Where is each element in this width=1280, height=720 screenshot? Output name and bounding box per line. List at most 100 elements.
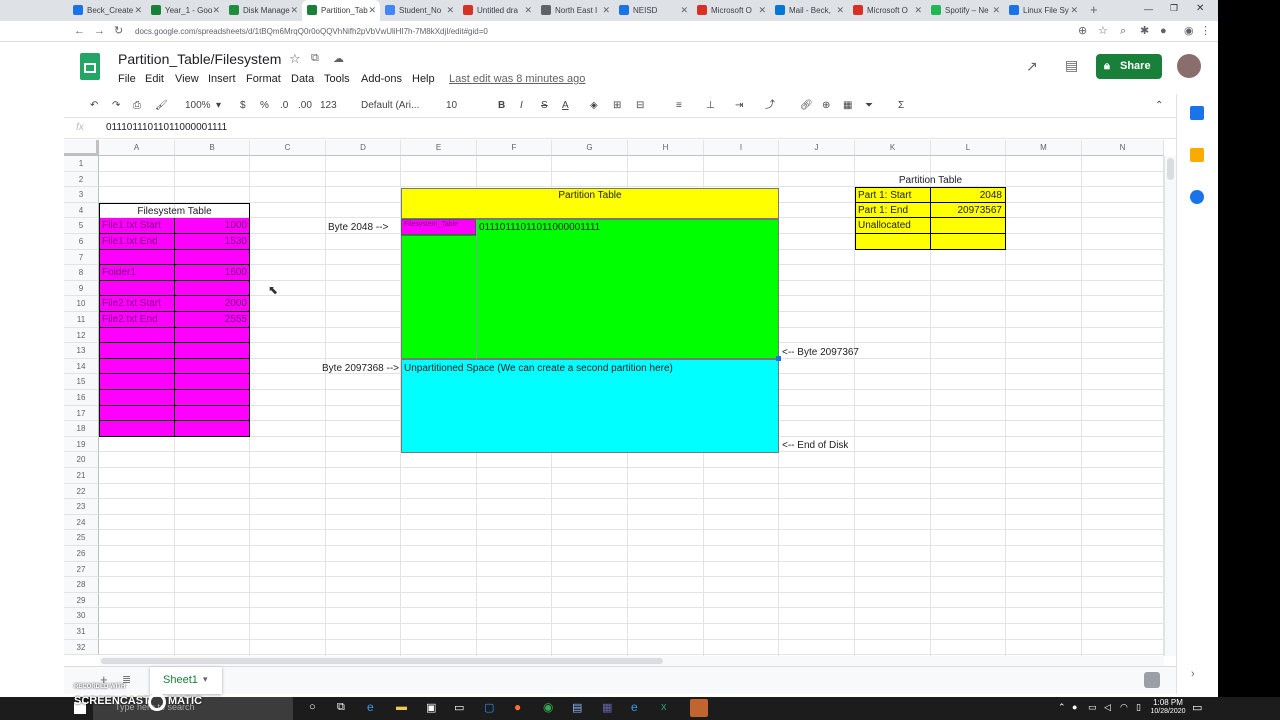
column-header[interactable]: K (855, 140, 931, 156)
zoom-icon[interactable]: ⊕ (1078, 23, 1087, 40)
filesystem-name-cell[interactable] (99, 406, 175, 421)
browser-menu-icon[interactable]: ⋮ (1200, 23, 1211, 40)
filesystem-name-cell[interactable]: File1.txt End (99, 234, 175, 250)
tab-close-icon[interactable]: ✕ (368, 0, 376, 21)
select-all-corner[interactable] (64, 140, 99, 156)
column-header[interactable]: E (401, 140, 477, 156)
row-header[interactable]: 23 (64, 499, 99, 515)
taskbar-date[interactable]: 10/28/2020 (1144, 708, 1192, 715)
filesystem-name-cell[interactable]: File2.txt Start (99, 296, 175, 312)
row-header[interactable]: 6 (64, 234, 99, 250)
edge-icon[interactable]: e (367, 700, 374, 714)
filesystem-name-cell[interactable] (99, 250, 175, 265)
horizontal-scroll-thumb[interactable] (101, 658, 663, 664)
filesystem-value-cell[interactable] (175, 328, 250, 343)
explore-icon[interactable] (1144, 672, 1160, 688)
restore-icon[interactable]: ❐ (1170, 3, 1178, 14)
activity-trend-icon[interactable]: ↗ (1026, 58, 1038, 75)
task-view-icon[interactable]: ⧉ (337, 701, 345, 714)
rotate-text-icon[interactable]: ⤴ (765, 96, 775, 116)
partition-value-cell[interactable] (931, 218, 1006, 234)
file-explorer-icon[interactable]: ▬ (396, 701, 407, 713)
menu-tools[interactable]: Tools (324, 72, 350, 86)
mic-icon[interactable]: ● (1072, 702, 1077, 712)
menu-help[interactable]: Help (412, 72, 435, 86)
tab-close-icon[interactable]: ✕ (836, 0, 844, 21)
filesystem-name-cell[interactable] (99, 359, 175, 374)
menu-file[interactable]: File (118, 72, 136, 86)
browser-tab[interactable]: Beck_Create ✕ (68, 0, 146, 21)
row-header[interactable]: 20 (64, 452, 99, 468)
filesystem-value-cell[interactable] (175, 359, 250, 374)
chrome-icon[interactable]: ◉ (543, 700, 553, 714)
avatar[interactable]: ◉ (1184, 23, 1194, 40)
row-header[interactable]: 22 (64, 484, 99, 499)
filesystem-name-cell[interactable] (99, 328, 175, 343)
tray-chevron-icon[interactable]: ⌃ (1058, 702, 1066, 713)
partition-table-title[interactable]: Partition Table (855, 173, 1006, 188)
print-icon[interactable]: ⎙ (133, 96, 141, 116)
tab-close-icon[interactable]: ✕ (758, 0, 766, 21)
filesystem-name-cell[interactable] (99, 281, 175, 296)
row-header[interactable]: 13 (64, 343, 99, 359)
column-header[interactable]: D (326, 140, 401, 156)
zoom-app-icon[interactable]: ▢ (484, 701, 494, 714)
new-tab-button[interactable]: + (1090, 2, 1098, 17)
end-of-disk-label[interactable]: <-- End of Disk (782, 438, 848, 453)
filesystem-value-cell[interactable] (175, 421, 250, 437)
firefox-icon[interactable]: ● (514, 700, 521, 714)
filesystem-value-cell[interactable] (175, 374, 250, 390)
menu-insert[interactable]: Insert (208, 72, 236, 86)
browser-tab[interactable]: Microsoft O ✕ (848, 0, 926, 21)
horizontal-scrollbar[interactable] (99, 656, 1164, 666)
formula-input[interactable]: 01110111011011000001111 (106, 122, 227, 133)
filesystem-name-cell[interactable]: Folder1 (99, 265, 175, 281)
row-header[interactable]: 8 (64, 265, 99, 281)
browser-tab[interactable]: Untitled dra ✕ (458, 0, 536, 21)
tab-close-icon[interactable]: ✕ (914, 0, 922, 21)
bookmark-star-icon[interactable]: ☆ (1098, 23, 1108, 40)
currency-format-button[interactable]: $ (240, 96, 246, 116)
tab-close-icon[interactable]: ✕ (680, 0, 688, 21)
vertical-scroll-thumb[interactable] (1167, 158, 1174, 180)
column-header[interactable]: J (779, 140, 855, 156)
comment-icon[interactable]: ⊕ (822, 96, 830, 116)
cortana-icon[interactable]: ○ (309, 701, 316, 713)
filesystem-name-cell[interactable]: File1.txt Start (99, 218, 175, 234)
screencast-app-icon[interactable] (690, 699, 708, 717)
functions-button[interactable]: Σ (898, 96, 904, 116)
percent-format-button[interactable]: % (260, 96, 269, 116)
column-header[interactable]: A (99, 140, 175, 156)
url-field[interactable]: docs.google.com/spreadsheets/d/1tBQm6Mrq… (135, 24, 488, 39)
column-header[interactable]: L (931, 140, 1006, 156)
excel-icon[interactable]: x (661, 701, 667, 713)
document-title[interactable]: Partition_Table/Filesystem (118, 51, 281, 67)
menu-view[interactable]: View (175, 72, 199, 86)
row-header[interactable]: 10 (64, 296, 99, 312)
filesystem-name-cell[interactable] (99, 421, 175, 437)
filesystem-name-cell[interactable]: File2.txt End (99, 312, 175, 328)
link-icon[interactable]: 🔗︎ (800, 96, 813, 116)
comments-icon[interactable]: ▤ (1065, 57, 1078, 74)
back-icon[interactable]: ← (74, 23, 85, 40)
filesystem-value-cell[interactable] (175, 250, 250, 265)
row-header[interactable]: 25 (64, 530, 99, 546)
filesystem-table-block[interactable]: Filesystem_Table (401, 219, 476, 235)
wrap-icon[interactable]: ⇥ (735, 96, 743, 116)
profile-icon[interactable]: ● (1160, 23, 1167, 40)
selection-handle[interactable] (776, 356, 781, 361)
row-header[interactable]: 5 (64, 218, 99, 234)
tab-close-icon[interactable]: ✕ (290, 0, 298, 21)
row-header[interactable]: 3 (64, 187, 99, 203)
close-window-icon[interactable]: ✕ (1196, 3, 1204, 14)
text-color-button[interactable]: A (562, 96, 569, 116)
unpartitioned-block[interactable]: Unpartitioned Space (We can create a sec… (401, 359, 779, 453)
filesystem-value-cell[interactable] (175, 343, 250, 359)
network-icon[interactable]: ▭ (1088, 702, 1097, 713)
user-avatar[interactable] (1177, 54, 1201, 78)
row-header[interactable]: 15 (64, 374, 99, 390)
star-icon[interactable]: ☆ (289, 51, 301, 67)
browser-tab[interactable]: Spotify – Ne ✕ (926, 0, 1004, 21)
valign-icon[interactable]: ⊥ (706, 96, 715, 116)
row-header[interactable]: 17 (64, 406, 99, 421)
